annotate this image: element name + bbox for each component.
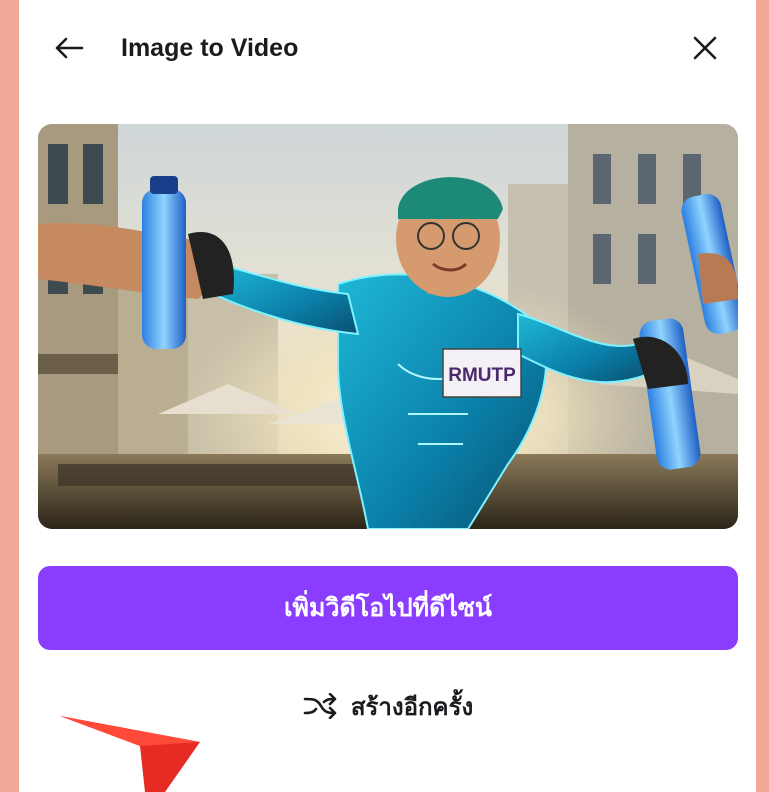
page-title: Image to Video (121, 34, 299, 62)
badge-text: RMUTP (448, 365, 516, 386)
red-pointer-arrow (60, 716, 200, 792)
shuffle-icon (303, 693, 337, 719)
preview-image: RMUTP (38, 124, 738, 529)
add-video-to-design-button[interactable]: เพิ่มวิดีโอไปที่ดีไซน์ (38, 566, 738, 650)
close-icon (693, 36, 717, 60)
generate-again-label: สร้างอีกครั้ง (350, 692, 474, 721)
generate-again-button[interactable]: สร้างอีกครั้ง (259, 678, 517, 734)
image-to-video-panel: Image to Video RMUTP เพิ่มวิดีโอไปที่ดีไ… (19, 0, 756, 792)
arrow-left-icon (55, 37, 84, 59)
generated-video-preview[interactable]: RMUTP (38, 124, 738, 529)
close-button[interactable] (683, 26, 727, 70)
back-button[interactable] (47, 26, 91, 70)
panel-header: Image to Video (19, 0, 756, 96)
